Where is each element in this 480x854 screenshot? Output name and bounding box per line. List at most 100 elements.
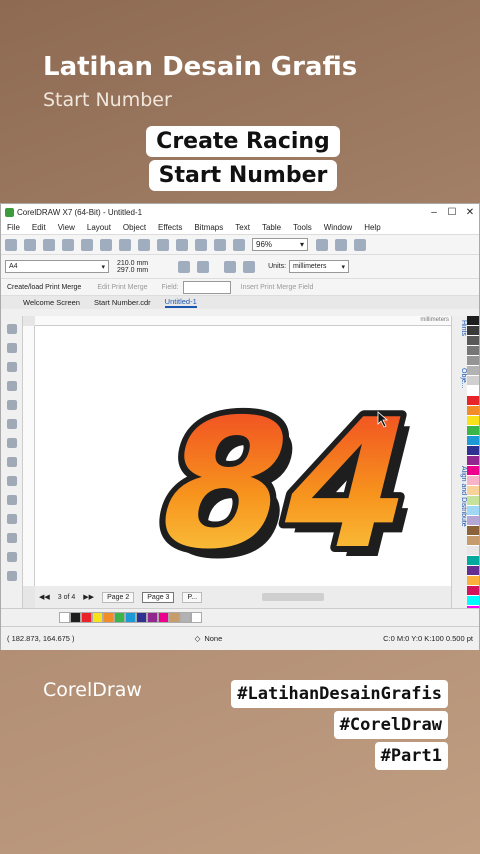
snap-icon[interactable] — [354, 238, 366, 251]
page-tab-3[interactable]: Page 3 — [142, 591, 175, 603]
connector-tool-icon[interactable] — [7, 533, 17, 543]
document-swatch[interactable] — [136, 612, 147, 623]
palette-swatch[interactable] — [467, 446, 479, 456]
page-height[interactable]: 297.0 mm — [117, 267, 148, 274]
menu-file[interactable]: File — [7, 223, 20, 232]
palette-swatch[interactable] — [467, 436, 479, 446]
palette-swatch[interactable] — [467, 496, 479, 506]
tab-untitled-1[interactable]: Untitled-1 — [164, 297, 197, 308]
document-swatch[interactable] — [158, 612, 169, 623]
document-swatch[interactable] — [169, 612, 180, 623]
page-tab-more[interactable]: P... — [182, 591, 203, 603]
current-page-icon[interactable] — [243, 260, 256, 273]
zoom-level-dropdown[interactable]: 96% ▾ — [252, 238, 308, 251]
palette-swatch[interactable] — [467, 366, 479, 376]
all-pages-icon[interactable] — [224, 260, 237, 273]
text-tool-icon[interactable] — [7, 495, 17, 505]
new-icon[interactable] — [5, 238, 17, 251]
smart-fill-icon[interactable] — [7, 419, 17, 429]
palette-swatch[interactable] — [467, 516, 479, 526]
palette-swatch[interactable] — [467, 386, 479, 396]
palette-swatch[interactable] — [467, 406, 479, 416]
docker-align-distribute[interactable]: Align and Distribute — [460, 466, 467, 527]
edit-print-merge-button[interactable]: Edit Print Merge — [97, 284, 147, 291]
print-icon[interactable] — [62, 238, 74, 251]
cut-icon[interactable] — [81, 238, 93, 251]
document-swatch[interactable] — [191, 612, 202, 623]
drawing-canvas[interactable]: 84 84 84 — [35, 326, 451, 599]
import-icon[interactable] — [195, 238, 207, 251]
menu-text[interactable]: Text — [235, 223, 250, 232]
palette-swatch[interactable] — [467, 576, 479, 586]
drop-shadow-icon[interactable] — [7, 552, 17, 562]
eyedropper-icon[interactable] — [7, 571, 17, 581]
horizontal-ruler[interactable]: millimeters — [35, 316, 451, 326]
page-width[interactable]: 210.0 mm — [117, 260, 148, 267]
horizontal-scrollbar[interactable] — [262, 593, 325, 601]
parallel-dimension-icon[interactable] — [7, 514, 17, 524]
open-icon[interactable] — [24, 238, 36, 251]
document-swatch[interactable] — [81, 612, 92, 623]
menu-edit[interactable]: Edit — [32, 223, 46, 232]
palette-swatch[interactable] — [467, 466, 479, 476]
menu-view[interactable]: View — [58, 223, 75, 232]
palette-swatch[interactable] — [467, 546, 479, 556]
search-content-icon[interactable] — [176, 238, 188, 251]
document-swatch[interactable] — [114, 612, 125, 623]
landscape-icon[interactable] — [197, 260, 210, 273]
full-screen-icon[interactable] — [316, 238, 328, 251]
palette-swatch[interactable] — [467, 346, 479, 356]
page-size-dropdown[interactable]: A4 ▾ — [5, 260, 109, 273]
document-swatch[interactable] — [103, 612, 114, 623]
next-page-icon[interactable]: ▶▶ — [83, 593, 94, 601]
rulers-icon[interactable] — [335, 238, 347, 251]
palette-swatch[interactable] — [467, 556, 479, 566]
undo-icon[interactable] — [138, 238, 150, 251]
publish-pdf-icon[interactable] — [233, 238, 245, 251]
palette-swatch[interactable] — [467, 506, 479, 516]
vertical-ruler[interactable] — [23, 326, 35, 586]
document-swatch[interactable] — [59, 612, 70, 623]
document-swatch[interactable] — [92, 612, 103, 623]
palette-swatch[interactable] — [467, 376, 479, 386]
menu-tools[interactable]: Tools — [293, 223, 312, 232]
units-dropdown[interactable]: millimeters ▾ — [289, 260, 350, 273]
palette-swatch[interactable] — [467, 566, 479, 576]
palette-swatch[interactable] — [467, 336, 479, 346]
pick-tool-icon[interactable] — [7, 324, 17, 334]
artwork-84[interactable]: 84 84 84 — [35, 326, 451, 599]
copy-icon[interactable] — [100, 238, 112, 251]
tab-start-number[interactable]: Start Number.cdr — [94, 298, 151, 307]
save-icon[interactable] — [43, 238, 55, 251]
crop-tool-icon[interactable] — [7, 362, 17, 372]
menu-bitmaps[interactable]: Bitmaps — [194, 223, 223, 232]
palette-swatch[interactable] — [467, 416, 479, 426]
first-page-icon[interactable]: ◀◀ — [39, 593, 50, 601]
paste-icon[interactable] — [119, 238, 131, 251]
palette-swatch[interactable] — [467, 596, 479, 606]
minimize-icon[interactable]: – — [425, 207, 443, 218]
docker-objects[interactable]: Obje... — [460, 368, 467, 389]
docker-hints[interactable]: Hints — [460, 320, 467, 336]
menu-layout[interactable]: Layout — [87, 223, 111, 232]
palette-swatch[interactable] — [467, 356, 479, 366]
redo-icon[interactable] — [157, 238, 169, 251]
palette-swatch[interactable] — [467, 396, 479, 406]
insert-print-merge-field-button[interactable]: Insert Print Merge Field — [241, 284, 314, 291]
polygon-tool-icon[interactable] — [7, 476, 17, 486]
close-icon[interactable]: ✕ — [461, 207, 479, 218]
zoom-tool-icon[interactable] — [7, 381, 17, 391]
create-print-merge-button[interactable]: Create/load Print Merge — [7, 284, 81, 291]
menu-help[interactable]: Help — [364, 223, 380, 232]
palette-swatch[interactable] — [467, 536, 479, 546]
document-swatch[interactable] — [70, 612, 81, 623]
document-swatch[interactable] — [125, 612, 136, 623]
palette-swatch[interactable] — [467, 476, 479, 486]
menu-table[interactable]: Table — [262, 223, 281, 232]
rectangle-tool-icon[interactable] — [7, 438, 17, 448]
menu-object[interactable]: Object — [123, 223, 146, 232]
palette-swatch[interactable] — [467, 426, 479, 436]
shape-tool-icon[interactable] — [7, 343, 17, 353]
export-icon[interactable] — [214, 238, 226, 251]
ellipse-tool-icon[interactable] — [7, 457, 17, 467]
